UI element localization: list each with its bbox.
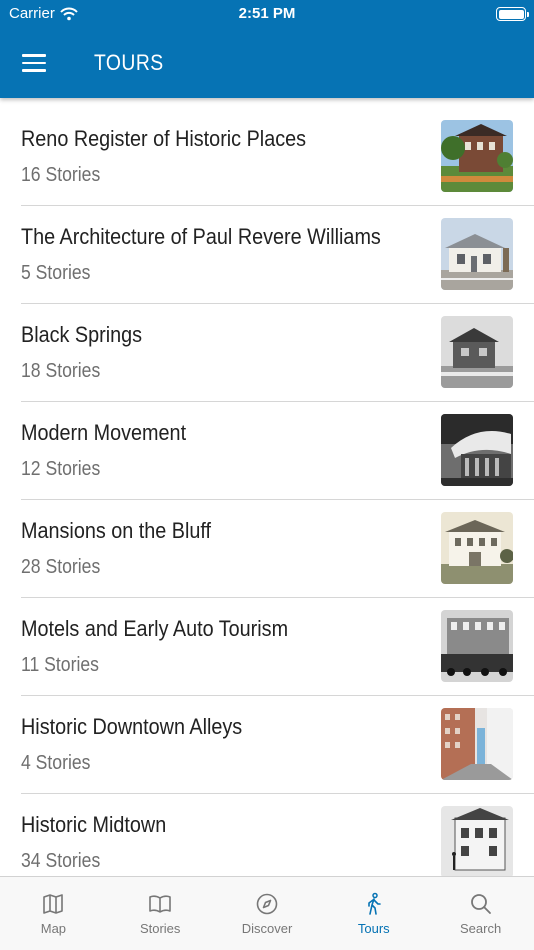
- tour-thumbnail: [441, 316, 513, 388]
- tour-story-count: 5 Stories: [21, 262, 91, 284]
- tour-item[interactable]: Modern Movement 12 Stories: [21, 402, 534, 500]
- tab-label: Tours: [357, 921, 390, 936]
- tour-title: Mansions on the Bluff: [21, 518, 212, 543]
- tour-thumbnail: [441, 806, 513, 876]
- status-time: 2:51 PM: [238, 5, 296, 22]
- tab-search[interactable]: Search: [427, 877, 534, 950]
- tour-item[interactable]: Mansions on the Bluff 28 Stories: [21, 500, 534, 598]
- tour-thumbnail: [441, 610, 513, 682]
- tour-thumbnail: [441, 708, 513, 780]
- tour-story-count: 28 Stories: [21, 556, 101, 578]
- tab-tours[interactable]: Tours: [320, 877, 427, 950]
- tour-story-count: 11 Stories: [21, 654, 99, 676]
- tour-item[interactable]: Black Springs 18 Stories: [21, 304, 534, 402]
- tour-item[interactable]: Historic Midtown 34 Stories: [21, 794, 534, 876]
- tab-label: Map: [40, 921, 67, 936]
- tour-story-count: 16 Stories: [21, 164, 101, 186]
- page-title: TOURS: [94, 50, 164, 75]
- tab-label: Discover: [241, 921, 293, 936]
- tour-story-count: 18 Stories: [21, 360, 101, 382]
- tour-item[interactable]: Motels and Early Auto Tourism 11 Stories: [21, 598, 534, 696]
- tour-story-count: 34 Stories: [21, 850, 101, 872]
- tour-title: Historic Midtown: [21, 812, 167, 837]
- tour-title: Motels and Early Auto Tourism: [21, 616, 289, 641]
- tour-item[interactable]: The Architecture of Paul Revere Williams…: [21, 206, 534, 304]
- tour-title: Reno Register of Historic Places: [21, 126, 307, 151]
- app-header: Carrier 2:51 PM TOURS: [0, 0, 534, 98]
- tour-item[interactable]: Historic Downtown Alleys 4 Stories: [21, 696, 534, 794]
- tour-story-count: 12 Stories: [21, 458, 101, 480]
- book-icon: [149, 895, 171, 913]
- tab-map[interactable]: Map: [0, 877, 107, 950]
- tour-thumbnail: [441, 120, 513, 192]
- battery-icon: [496, 7, 529, 21]
- search-icon: [470, 894, 491, 914]
- walking-person-icon: [367, 892, 381, 915]
- map-icon: [43, 894, 64, 914]
- tab-discover[interactable]: Discover: [214, 877, 321, 950]
- tour-title: The Architecture of Paul Revere Williams: [21, 224, 381, 249]
- tour-title: Black Springs: [21, 322, 143, 347]
- tab-label: Stories: [139, 921, 181, 936]
- tour-story-count: 4 Stories: [21, 752, 91, 774]
- tour-title: Modern Movement: [21, 420, 187, 445]
- tour-thumbnail: [441, 414, 513, 486]
- tour-thumbnail: [441, 218, 513, 290]
- tour-title: Historic Downtown Alleys: [21, 714, 243, 739]
- tour-item[interactable]: Reno Register of Historic Places 16 Stor…: [21, 108, 534, 206]
- tour-thumbnail: [441, 512, 513, 584]
- status-bar: Carrier 2:51 PM: [0, 0, 534, 28]
- hamburger-menu-icon[interactable]: [22, 52, 50, 74]
- tab-label: Search: [459, 921, 502, 936]
- tab-stories[interactable]: Stories: [107, 877, 214, 950]
- compass-icon: [256, 893, 278, 915]
- tours-list: Reno Register of Historic Places 16 Stor…: [0, 108, 534, 876]
- tab-bar: Map Stories Discover Tours Search: [0, 876, 534, 950]
